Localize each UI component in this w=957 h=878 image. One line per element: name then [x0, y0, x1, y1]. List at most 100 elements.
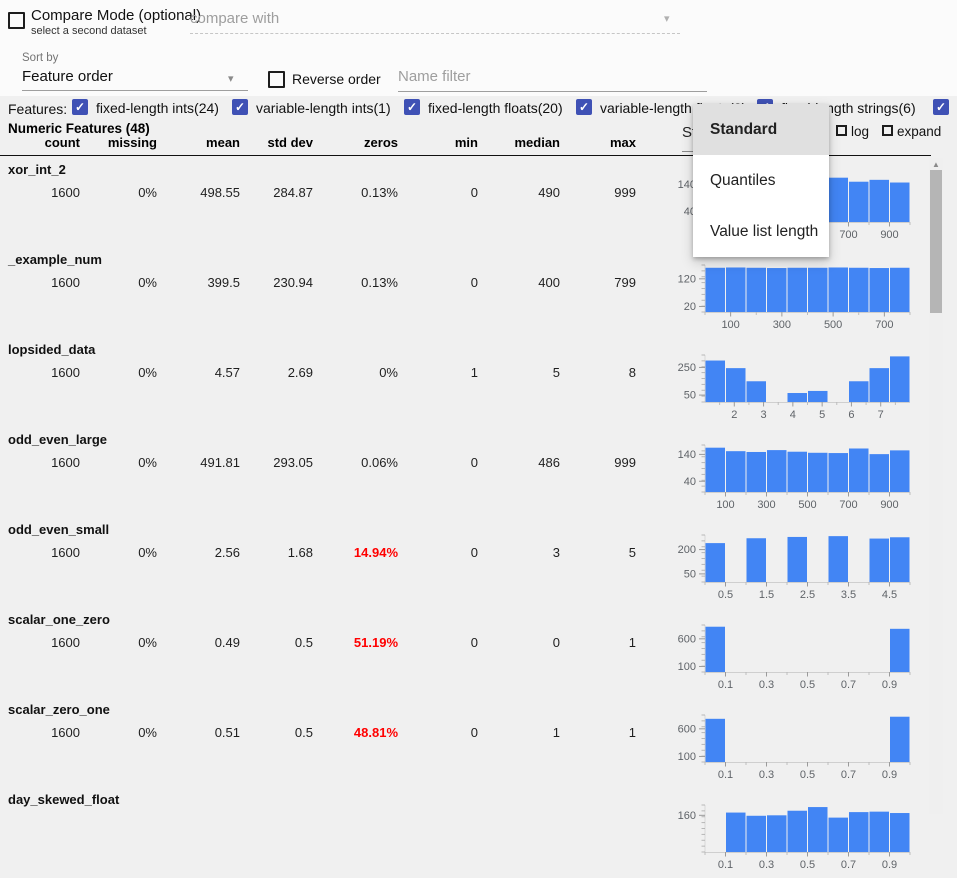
svg-text:700: 700: [875, 319, 893, 331]
feature-stats: 16000%4.572.690%158: [0, 365, 636, 380]
feature-name: day_skewed_float: [8, 792, 119, 807]
scrollbar-up-arrow[interactable]: ▲: [929, 159, 943, 170]
sort-by-label: Sort by: [22, 52, 58, 64]
menu-item-quantiles[interactable]: Quantiles: [693, 155, 829, 206]
svg-text:7: 7: [878, 409, 884, 421]
feature-type-checkbox-var-floats[interactable]: ✓: [576, 99, 592, 115]
column-header-std-dev: std dev: [240, 135, 313, 150]
section-title: Numeric Features (48): [8, 121, 150, 136]
feature-stats: 16000%0.490.551.19%001: [0, 635, 636, 650]
svg-text:300: 300: [757, 499, 775, 511]
column-header-mean: mean: [157, 135, 240, 150]
menu-item-value-list-length[interactable]: Value list length: [693, 206, 829, 257]
feature-type-checkbox-fixed-floats[interactable]: ✓: [404, 99, 420, 115]
svg-text:0.7: 0.7: [841, 769, 856, 781]
svg-text:0.3: 0.3: [759, 859, 774, 871]
stat-value: 799: [560, 275, 636, 290]
stat-value: 284.87: [240, 185, 313, 200]
svg-text:0.1: 0.1: [718, 769, 733, 781]
sort-by-underline: [22, 90, 248, 91]
feature-histogram: 1600.10.30.50.70.9: [655, 793, 915, 878]
column-header-zeros: zeros: [313, 135, 398, 150]
table-row: odd_even_small16000%2.561.6814.94%035200…: [0, 518, 929, 608]
stat-value: 0.06%: [313, 455, 398, 470]
svg-text:0.5: 0.5: [800, 769, 815, 781]
stat-value: 0.5: [240, 635, 313, 650]
menu-item-standard[interactable]: Standard: [693, 104, 829, 155]
name-filter-input[interactable]: [398, 68, 698, 85]
reverse-order-checkbox[interactable]: [268, 71, 285, 88]
svg-text:0.9: 0.9: [882, 679, 897, 691]
table-row: scalar_one_zero16000%0.490.551.19%001600…: [0, 608, 929, 698]
stat-value: 1600: [0, 275, 80, 290]
histogram-chart: 6001000.10.30.50.70.9: [655, 703, 915, 783]
sort-by-select[interactable]: Feature order: [22, 68, 113, 85]
stat-value: 0: [398, 455, 478, 470]
svg-text:200: 200: [678, 544, 696, 556]
feature-name: lopsided_data: [8, 342, 95, 357]
stat-value: 1600: [0, 725, 80, 740]
compare-with-caret-icon: ▾: [664, 12, 670, 25]
stat-value: 1: [478, 725, 560, 740]
histogram-chart: 25050234567: [655, 343, 915, 423]
expand-checkbox-box-icon: [882, 125, 893, 136]
stat-value: 1.68: [240, 545, 313, 560]
stat-value: 14.94%: [313, 545, 398, 560]
feature-type-label: variable-length ints(1): [256, 100, 391, 116]
svg-text:0.5: 0.5: [718, 589, 733, 601]
svg-text:900: 900: [880, 499, 898, 511]
column-header-missing: missing: [80, 135, 157, 150]
stat-value: 399.5: [157, 275, 240, 290]
stat-value: 1600: [0, 455, 80, 470]
log-checkbox-box-icon: [836, 125, 847, 136]
svg-text:2: 2: [731, 409, 737, 421]
svg-text:900: 900: [880, 229, 898, 241]
feature-stats: 16000%491.81293.050.06%0486999: [0, 455, 636, 470]
histogram-chart: 12020100300500700: [655, 253, 915, 333]
svg-text:0.1: 0.1: [718, 859, 733, 871]
stat-value: 1: [560, 635, 636, 650]
expand-checkbox[interactable]: expand: [882, 124, 941, 139]
stat-value: 2.69: [240, 365, 313, 380]
stat-value: 1: [560, 725, 636, 740]
chart-mode-menu: Standard Quantiles Value list length: [693, 104, 829, 257]
svg-text:50: 50: [684, 568, 696, 580]
feature-name: odd_even_large: [8, 432, 107, 447]
feature-type-checkbox-var-strings[interactable]: ✓: [933, 99, 949, 115]
feature-histogram: 14040100300500700900: [655, 433, 915, 518]
svg-text:0.5: 0.5: [800, 679, 815, 691]
compare-mode-checkbox[interactable]: [8, 12, 25, 29]
column-header-median: median: [478, 135, 560, 150]
feature-type-checkbox-var-ints[interactable]: ✓: [232, 99, 248, 115]
feature-type-label: fixed-length ints(24): [96, 100, 219, 116]
stat-value: 0%: [80, 275, 157, 290]
stat-value: 1600: [0, 545, 80, 560]
stat-value: 3: [478, 545, 560, 560]
stat-value: 0.13%: [313, 185, 398, 200]
stat-value: 0%: [80, 365, 157, 380]
feature-histogram: 200500.51.52.53.54.5: [655, 523, 915, 608]
feature-histogram: 25050234567: [655, 343, 915, 428]
feature-histogram: 6001000.10.30.50.70.9: [655, 613, 915, 698]
feature-name: _example_num: [8, 252, 102, 267]
feature-type-checkbox-fixed-ints[interactable]: ✓: [72, 99, 88, 115]
column-header-count: count: [0, 135, 80, 150]
scrollbar-thumb[interactable]: [930, 170, 942, 313]
feature-stats: 16000%498.55284.870.13%0490999: [0, 185, 636, 200]
stat-value: 230.94: [240, 275, 313, 290]
table-row: odd_even_large16000%491.81293.050.06%048…: [0, 428, 929, 518]
feature-histogram: 6001000.10.30.50.70.9: [655, 703, 915, 788]
column-header-min: min: [398, 135, 478, 150]
stat-value: 400: [478, 275, 560, 290]
log-checkbox[interactable]: log: [836, 124, 869, 139]
svg-text:40: 40: [684, 476, 696, 488]
stat-value: 0.5: [240, 725, 313, 740]
expand-label: expand: [897, 124, 941, 139]
stat-value: 1600: [0, 185, 80, 200]
compare-with-select[interactable]: compare with: [190, 10, 279, 27]
svg-text:700: 700: [839, 229, 857, 241]
stat-value: 0: [478, 635, 560, 650]
compare-mode-subtitle: select a second dataset: [31, 25, 147, 37]
stat-value: 491.81: [157, 455, 240, 470]
svg-text:3: 3: [761, 409, 767, 421]
